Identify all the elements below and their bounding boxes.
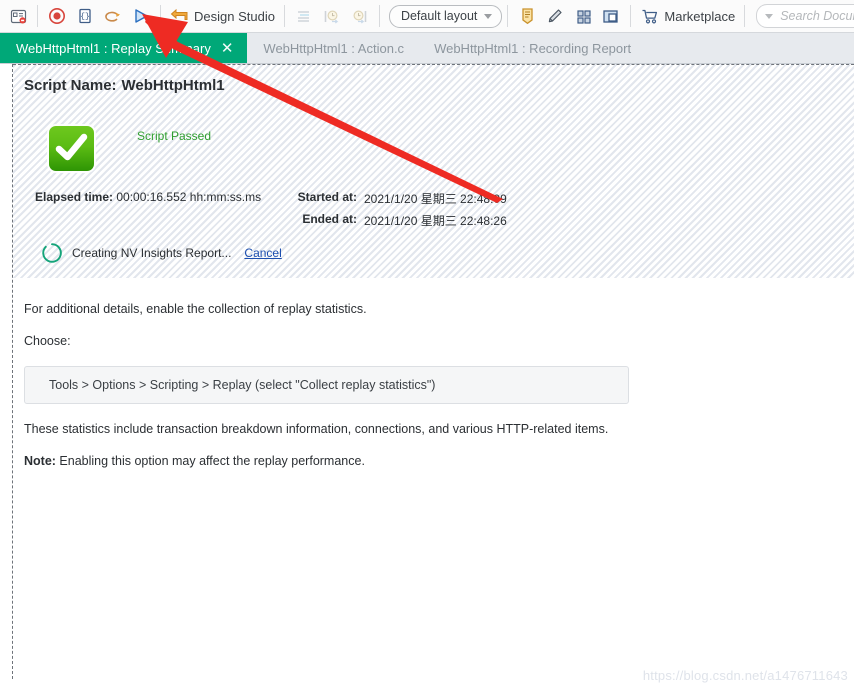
status-text: Script Passed xyxy=(137,129,212,143)
cancel-link[interactable]: Cancel xyxy=(244,246,281,260)
toolbar-separator xyxy=(283,5,285,27)
toolbar-separator xyxy=(378,5,380,27)
ended-label: Ended at: xyxy=(302,212,357,226)
outline-lines-icon xyxy=(290,3,318,29)
details-line-2: These statistics include transaction bre… xyxy=(24,422,609,436)
elapsed-time-row: Elapsed time: 00:00:16.552 hh:mm:ss.ms xyxy=(35,190,261,204)
started-value: 2021/1/20 星期三 22:48:09 xyxy=(364,192,507,206)
script-name-label: Script Name: xyxy=(24,77,117,94)
details-section: For additional details, enable the colle… xyxy=(24,302,834,486)
search-input[interactable]: Search Documentat... xyxy=(780,9,854,23)
details-note: Note: Enabling this option may affect th… xyxy=(24,454,834,468)
tab-action-c[interactable]: WebHttpHtml1 : Action.c xyxy=(247,33,418,63)
design-studio-label: Design Studio xyxy=(194,8,275,24)
design-studio-button[interactable]: Design Studio xyxy=(166,3,279,29)
code-scroll-icon[interactable]: {} xyxy=(71,3,99,29)
tab-label: WebHttpHtml1 : Action.c xyxy=(263,40,405,56)
panel-icon[interactable] xyxy=(597,3,625,29)
tab-replay-summary[interactable]: WebHttpHtml1 : Replay Summary ✕ xyxy=(0,33,248,63)
note-label: Note: xyxy=(24,454,56,468)
chevron-down-icon xyxy=(765,13,774,19)
grid-icon[interactable] xyxy=(569,3,597,29)
clock-left-icon xyxy=(318,3,346,29)
toolbar-separator xyxy=(744,5,746,27)
toolbar-separator xyxy=(37,5,38,27)
search-documentation-box[interactable]: Search Documentat... xyxy=(756,4,854,28)
marketplace-label: Marketplace xyxy=(664,8,736,24)
check-icon xyxy=(49,126,94,171)
tab-label: WebHttpHtml1 : Recording Report xyxy=(434,40,632,56)
svg-text:{}: {} xyxy=(80,13,90,22)
script-list-icon[interactable] xyxy=(4,3,32,29)
marketplace-button[interactable]: Marketplace xyxy=(636,3,739,29)
tab-recording-report[interactable]: WebHttpHtml1 : Recording Report xyxy=(418,33,645,63)
layout-selector[interactable]: Default layout xyxy=(388,4,503,28)
close-icon[interactable]: ✕ xyxy=(221,41,234,56)
run-play-icon[interactable] xyxy=(127,3,155,29)
certificate-icon[interactable] xyxy=(513,3,541,29)
nv-insights-progress: Creating NV Insights Report... Cancel xyxy=(41,242,282,264)
elapsed-value: 00:00:16.552 hh:mm:ss.ms xyxy=(116,190,262,204)
pen-icon[interactable] xyxy=(541,3,569,29)
started-label: Started at: xyxy=(297,190,357,204)
layout-label: Default layout xyxy=(400,9,478,23)
watermark-text: https://blog.csdn.net/a1476711643 xyxy=(642,668,848,683)
step-back-icon xyxy=(166,3,194,29)
chevron-down-icon xyxy=(484,13,493,19)
settings-path-box: Tools > Options > Scripting > Replay (se… xyxy=(24,366,629,404)
replay-summary-page: Script Name: WebHttpHtml1 Script Passed E… xyxy=(0,64,854,697)
details-line-1: For additional details, enable the colle… xyxy=(24,302,367,316)
cart-icon xyxy=(636,3,664,29)
choose-label: Choose: xyxy=(24,334,71,348)
ended-value: 2021/1/20 星期三 22:48:26 xyxy=(364,214,507,228)
status-badge xyxy=(49,126,94,171)
script-name-value: WebHttpHtml1 xyxy=(121,77,225,94)
toolbar-separator xyxy=(507,5,509,27)
summary-panel: Script Name: WebHttpHtml1 Script Passed E… xyxy=(13,64,854,278)
spinner-icon xyxy=(41,242,63,264)
replay-loop-icon[interactable] xyxy=(99,3,127,29)
elapsed-label: Elapsed time: xyxy=(35,190,114,204)
tab-label: WebHttpHtml1 : Replay Summary xyxy=(16,40,211,56)
clock-right-icon xyxy=(346,3,374,29)
main-toolbar: {} Design Studio Default layout Marketpl… xyxy=(0,0,854,33)
note-text: Enabling this option may affect the repl… xyxy=(55,454,365,468)
start-end-times: Started at: 2021/1/20 星期三 22:48:09 Ended… xyxy=(293,190,507,234)
script-name-row: Script Name: WebHttpHtml1 xyxy=(24,77,225,94)
toolbar-separator xyxy=(160,5,161,27)
toolbar-separator xyxy=(630,5,632,27)
progress-text: Creating NV Insights Report... xyxy=(72,246,232,260)
editor-tabstrip: WebHttpHtml1 : Replay Summary ✕ WebHttpH… xyxy=(0,33,854,64)
record-icon[interactable] xyxy=(43,3,71,29)
